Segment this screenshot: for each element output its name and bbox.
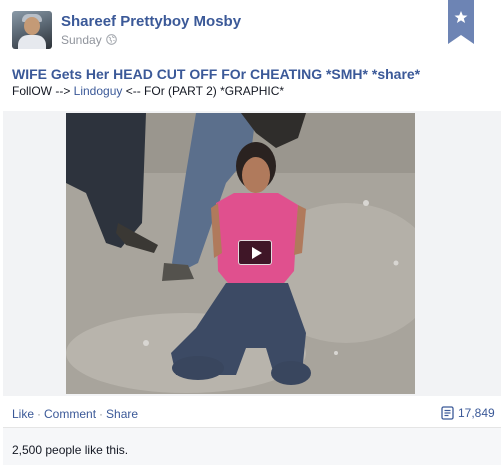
- post-actions: Like · Comment · Share: [12, 407, 138, 421]
- avatar-shirt: [18, 35, 46, 49]
- post-subline: FollOW --> Lindoguy <-- FOr (PART 2) *GR…: [12, 84, 284, 98]
- share-button[interactable]: Share: [106, 407, 138, 421]
- view-count[interactable]: 17,849: [441, 406, 495, 420]
- author-name[interactable]: Shareef Prettyboy Mosby: [61, 13, 241, 30]
- mention-link[interactable]: Lindoguy: [74, 84, 123, 98]
- author-avatar[interactable]: [12, 11, 52, 49]
- avatar-face: [24, 17, 40, 35]
- views-icon: [441, 406, 454, 420]
- star-icon[interactable]: [448, 0, 474, 44]
- play-button[interactable]: [238, 240, 272, 265]
- post-headline[interactable]: WIFE Gets Her HEAD CUT OFF FOr CHEATING …: [12, 66, 420, 82]
- subline-text-after: <-- FOr (PART 2) *GRAPHIC*: [122, 84, 285, 98]
- separator-dot: ·: [99, 407, 104, 421]
- likes-summary[interactable]: 2,500 people like this.: [12, 443, 128, 457]
- globe-icon: [106, 34, 117, 45]
- feed-post: Shareef Prettyboy Mosby Sunday WIFE Gets…: [0, 0, 504, 465]
- play-icon: [252, 247, 262, 259]
- comment-button[interactable]: Comment: [44, 407, 96, 421]
- subline-text-before: FollOW -->: [12, 84, 74, 98]
- view-count-value: 17,849: [458, 406, 495, 420]
- post-timestamp[interactable]: Sunday: [61, 33, 102, 47]
- like-button[interactable]: Like: [12, 407, 34, 421]
- separator-dot: ·: [37, 407, 42, 421]
